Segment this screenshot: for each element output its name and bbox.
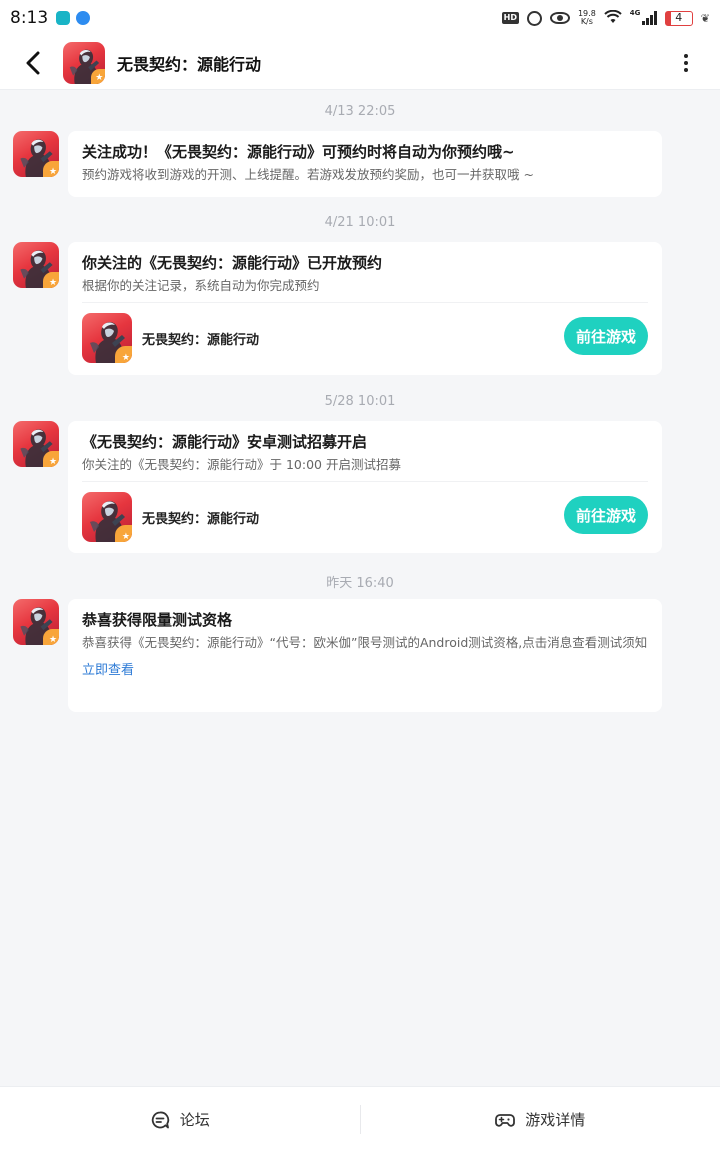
message-timestamp: 4/21 10:01 bbox=[324, 215, 396, 230]
header-game-avatar[interactable] bbox=[63, 41, 105, 84]
game-name: 无畏契约：源能行动 bbox=[142, 511, 260, 527]
status-time: 8:13 bbox=[10, 8, 49, 28]
back-arrow-icon bbox=[26, 51, 40, 74]
network-speed: 19.8 K/s bbox=[578, 10, 596, 26]
view-now-link[interactable]: 立即查看 bbox=[82, 659, 134, 678]
gamepad-icon bbox=[495, 1113, 516, 1127]
wifi-icon bbox=[604, 9, 622, 27]
battery-level: 4 bbox=[675, 10, 683, 24]
app-header: 无畏契约：源能行动 bbox=[0, 36, 720, 90]
go-to-game-button[interactable]: 前往游戏 bbox=[564, 496, 648, 534]
data-saver-icon bbox=[526, 10, 542, 26]
tab-forum-label: 论坛 bbox=[179, 1111, 210, 1129]
sender-avatar[interactable] bbox=[13, 242, 59, 288]
message-timestamp: 4/13 22:05 bbox=[324, 104, 396, 119]
message-title: 关注成功！《无畏契约：源能行动》可预约时将自动为你预约哦~ bbox=[82, 143, 515, 161]
sender-avatar[interactable] bbox=[13, 599, 59, 645]
forum-icon bbox=[151, 1111, 169, 1128]
game-entry-row: 无畏契约：源能行动 前往游戏 bbox=[82, 481, 648, 543]
message-description: 你关注的《无畏契约：源能行动》于 10:00 开启测试招募 bbox=[82, 457, 401, 472]
tab-forum[interactable]: 论坛 bbox=[0, 1087, 360, 1152]
power-saving-icon: ❦ bbox=[700, 11, 710, 25]
game-icon[interactable] bbox=[82, 492, 132, 542]
network-speed-unit: K/s bbox=[580, 17, 593, 26]
message-card[interactable]: 你关注的《无畏契约：源能行动》已开放预约 根据你的关注记录，系统自动为你完成预约… bbox=[68, 242, 662, 375]
tab-game-details-label: 游戏详情 bbox=[525, 1111, 586, 1129]
page-title: 无畏契约：源能行动 bbox=[117, 54, 262, 74]
battery-icon: 4 bbox=[664, 10, 693, 26]
cellular-signal-icon: 4G bbox=[630, 9, 657, 25]
message-title: 你关注的《无畏契约：源能行动》已开放预约 bbox=[82, 254, 383, 272]
back-button[interactable] bbox=[8, 36, 58, 90]
app-notification-icon bbox=[56, 11, 71, 25]
sender-avatar[interactable] bbox=[13, 131, 59, 177]
sender-avatar[interactable] bbox=[13, 421, 59, 467]
message-timestamp: 5/28 10:01 bbox=[324, 394, 396, 409]
message-description: 恭喜获得《无畏契约：源能行动》“代号：欧米伽”限号测试的Android测试资格,… bbox=[82, 635, 648, 650]
message-description: 根据你的关注记录，系统自动为你完成预约 bbox=[82, 278, 320, 293]
status-icons: HD 19.8 K/s 4G 4 ❦ bbox=[501, 0, 710, 36]
go-to-game-button[interactable]: 前往游戏 bbox=[564, 317, 648, 355]
eye-comfort-icon bbox=[549, 12, 570, 24]
message-card[interactable]: 《无畏契约：源能行动》安卓测试招募开启 你关注的《无畏契约：源能行动》于 10:… bbox=[68, 421, 662, 553]
message-timestamp: 昨天 16:40 bbox=[326, 576, 394, 591]
message-card[interactable]: 关注成功！《无畏契约：源能行动》可预约时将自动为你预约哦~ 预约游戏将收到游戏的… bbox=[68, 131, 662, 197]
game-name: 无畏契约：源能行动 bbox=[142, 332, 260, 348]
browser-notification-icon bbox=[76, 11, 91, 25]
bottom-tab-bar: 论坛 游戏详情 bbox=[0, 1086, 720, 1152]
message-description: 预约游戏将收到游戏的开测、上线提醒。若游戏发放预约奖励，也可一并获取哦 ~ bbox=[82, 167, 534, 182]
game-entry-row: 无畏契约：源能行动 前往游戏 bbox=[82, 302, 648, 364]
hd-icon: HD bbox=[501, 12, 519, 24]
game-icon[interactable] bbox=[82, 313, 132, 363]
message-card[interactable]: 恭喜获得限量测试资格 恭喜获得《无畏契约：源能行动》“代号：欧米伽”限号测试的A… bbox=[68, 599, 662, 712]
network-type: 4G bbox=[629, 9, 641, 17]
more-options-button[interactable] bbox=[676, 53, 696, 73]
status-bar: 8:13 HD 19.8 K/s 4G 4 ❦ bbox=[0, 0, 720, 36]
tab-game-details[interactable]: 游戏详情 bbox=[361, 1087, 720, 1152]
message-title: 《无畏契约：源能行动》安卓测试招募开启 bbox=[82, 433, 368, 451]
message-title: 恭喜获得限量测试资格 bbox=[82, 611, 233, 629]
